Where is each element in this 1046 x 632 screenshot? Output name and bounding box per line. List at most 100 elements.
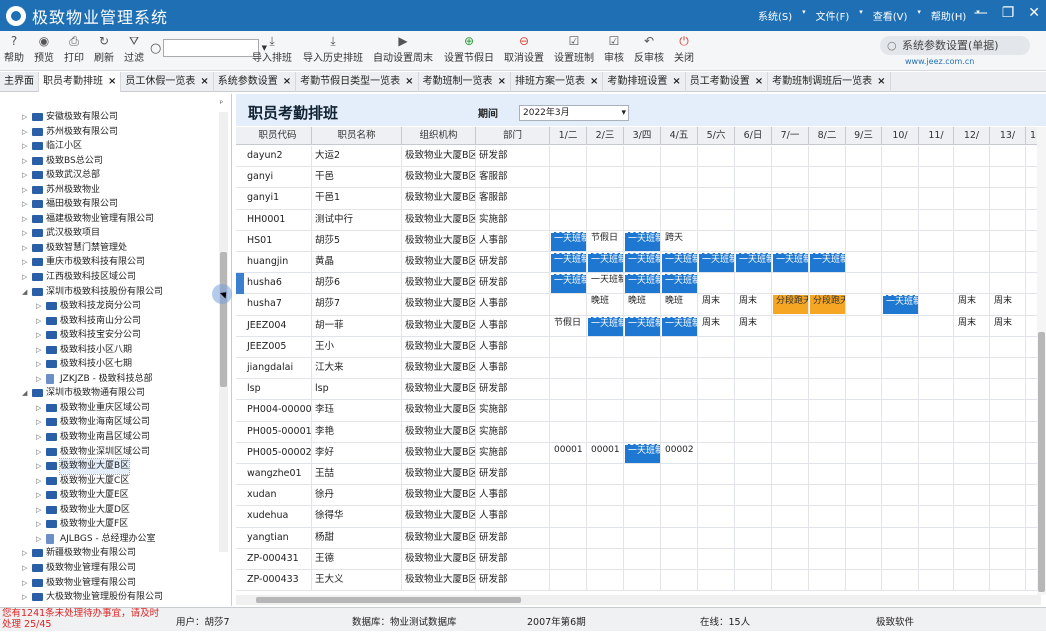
column-header[interactable]: 3/四: [624, 127, 661, 145]
tab-close-icon[interactable]: ×: [877, 72, 885, 92]
day-cell[interactable]: [809, 548, 846, 570]
day-cell[interactable]: [661, 209, 698, 231]
cell-name[interactable]: 李艳: [312, 421, 402, 443]
day-cell[interactable]: [624, 570, 661, 591]
cell-dept[interactable]: 人事部: [476, 230, 550, 252]
day-cell[interactable]: [990, 336, 1026, 358]
day-cell[interactable]: [735, 421, 772, 443]
cell-dept[interactable]: 研发部: [476, 527, 550, 549]
day-cell[interactable]: [661, 464, 698, 485]
day-cell[interactable]: [882, 167, 919, 189]
shift-cell[interactable]: 晚班: [625, 295, 660, 315]
cell-name[interactable]: 干邑1: [312, 188, 402, 210]
collapsed-arrow-icon[interactable]: ▷: [36, 503, 44, 518]
day-cell[interactable]: [550, 358, 587, 379]
day-cell[interactable]: [990, 273, 1026, 295]
day-cell[interactable]: [954, 252, 990, 273]
day-cell[interactable]: [587, 527, 624, 549]
day-cell[interactable]: [735, 167, 772, 189]
tree-node[interactable]: ▷ 极致物业大厦B区: [0, 458, 220, 475]
day-cell[interactable]: [919, 336, 954, 358]
shift-cell[interactable]: 一天班制: [625, 274, 660, 294]
day-cell[interactable]: [624, 188, 661, 210]
cell-code[interactable]: PH004-000002: [244, 400, 312, 422]
column-header[interactable]: 5/六: [698, 127, 735, 145]
auto-weekend-button[interactable]: ▶ 自动设置周末: [373, 34, 433, 64]
tab-9[interactable]: 考勤班制调班后一览表 ×: [768, 72, 891, 92]
table-row[interactable]: JEEZ005 王小 极致物业大厦B区 人事部: [236, 336, 1041, 358]
day-cell[interactable]: [661, 485, 698, 507]
day-cell[interactable]: [550, 570, 587, 591]
collapsed-arrow-icon[interactable]: ▷: [22, 212, 30, 227]
day-cell[interactable]: [846, 336, 882, 358]
cell-org[interactable]: 极致物业大厦B区: [402, 570, 476, 591]
close-button[interactable]: ⏻ 关闭: [674, 34, 694, 64]
day-cell[interactable]: [661, 548, 698, 570]
day-cell[interactable]: [809, 315, 846, 337]
shift-cell[interactable]: 一天班制: [736, 253, 771, 272]
column-header[interactable]: 职员名称: [312, 127, 402, 145]
shift-cell[interactable]: 一天班制: [625, 253, 660, 272]
table-row[interactable]: PH004-000002 李珏 极致物业大厦B区 实施部: [236, 400, 1041, 422]
cell-dept[interactable]: 研发部: [476, 379, 550, 401]
day-cell[interactable]: [772, 230, 809, 252]
day-cell[interactable]: [772, 464, 809, 485]
tab-2[interactable]: 员工休假一览表 ×: [121, 72, 214, 92]
tab-6[interactable]: 排班方案一览表 ×: [511, 72, 604, 92]
day-cell[interactable]: [698, 548, 735, 570]
tab-close-icon[interactable]: ×: [283, 72, 291, 92]
day-cell[interactable]: [587, 421, 624, 443]
cell-code[interactable]: HS01: [244, 230, 312, 252]
day-cell[interactable]: [846, 358, 882, 379]
cell-dept[interactable]: 人事部: [476, 315, 550, 337]
tree-node[interactable]: ▷ 江西极致科技区域公司: [0, 270, 220, 285]
day-cell[interactable]: [954, 188, 990, 210]
day-cell[interactable]: [772, 548, 809, 570]
day-cell[interactable]: [735, 548, 772, 570]
day-cell[interactable]: [809, 527, 846, 549]
expanded-arrow-icon[interactable]: ◢: [22, 285, 30, 300]
tree-node[interactable]: ▷ 临江小区: [0, 139, 220, 154]
day-cell[interactable]: [587, 188, 624, 210]
cell-dept[interactable]: 实施部: [476, 209, 550, 231]
tree-node[interactable]: ▷ AJLBGS - 总经理办公室: [0, 532, 220, 547]
cell-org[interactable]: 极致物业大厦B区: [402, 506, 476, 528]
day-cell[interactable]: [919, 252, 954, 273]
day-cell[interactable]: [661, 421, 698, 443]
day-cell[interactable]: [882, 358, 919, 379]
day-cell[interactable]: [882, 273, 919, 295]
day-cell[interactable]: [735, 527, 772, 549]
tree-node[interactable]: ▷ 苏州极致物业: [0, 183, 220, 198]
day-cell[interactable]: [954, 358, 990, 379]
day-cell[interactable]: [846, 273, 882, 295]
cell-name[interactable]: 干邑: [312, 167, 402, 189]
day-cell[interactable]: [954, 167, 990, 189]
day-cell[interactable]: [661, 146, 698, 167]
day-cell[interactable]: [846, 485, 882, 507]
day-cell[interactable]: [661, 379, 698, 401]
collapsed-arrow-icon[interactable]: ▷: [22, 154, 30, 169]
day-cell[interactable]: [919, 421, 954, 443]
day-cell[interactable]: [846, 146, 882, 167]
day-cell[interactable]: [624, 527, 661, 549]
cell-code[interactable]: JEEZ005: [244, 336, 312, 358]
day-cell[interactable]: [550, 485, 587, 507]
day-cell[interactable]: [919, 167, 954, 189]
filter-button[interactable]: ⛛ 过滤: [124, 34, 144, 64]
day-cell[interactable]: [698, 358, 735, 379]
day-cell[interactable]: [846, 400, 882, 422]
day-cell[interactable]: [587, 464, 624, 485]
website-link[interactable]: www.jeez.com.cn: [905, 57, 974, 66]
day-cell[interactable]: [550, 188, 587, 210]
shift-cell[interactable]: 一天班制: [883, 295, 918, 315]
tree-node[interactable]: ▷ 福田极致有限公司: [0, 197, 220, 212]
day-cell[interactable]: [809, 188, 846, 210]
expanded-arrow-icon[interactable]: ◢: [22, 386, 30, 401]
column-header[interactable]: 13/: [990, 127, 1026, 145]
day-cell[interactable]: [882, 506, 919, 528]
tree-node[interactable]: ▷ 极致物业海南区域公司: [0, 415, 220, 430]
cell-name[interactable]: 大运2: [312, 146, 402, 167]
table-row[interactable]: JEEZ004胡一菲极致物业大厦B区人事部节假日一天班制一天班制一天班制周末周末…: [236, 315, 1041, 337]
table-row[interactable]: lsp lsp 极致物业大厦B区 研发部: [236, 379, 1041, 401]
collapsed-arrow-icon[interactable]: ▷: [36, 474, 44, 489]
